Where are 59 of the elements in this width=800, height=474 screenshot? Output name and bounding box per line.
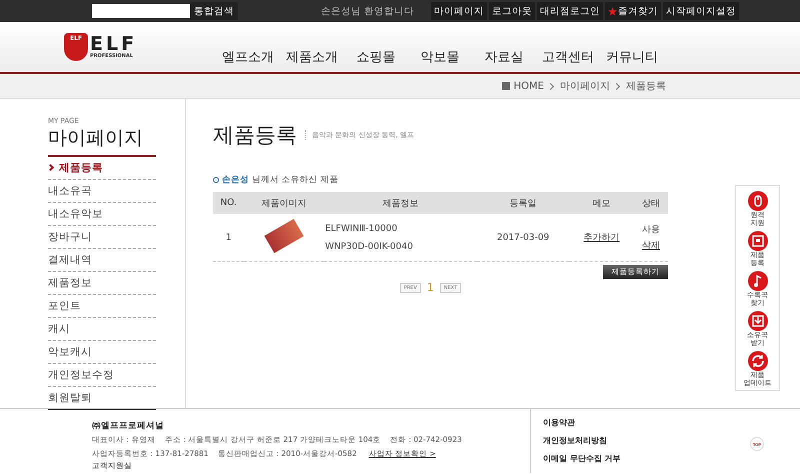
sidebar-item[interactable]: 내소유악보 — [48, 203, 156, 226]
sidebar-item[interactable]: 회원탈퇴 — [48, 387, 156, 410]
sidebar-item[interactable]: 결제내역 — [48, 249, 156, 272]
owner-name: 손은성 — [222, 174, 249, 186]
column-header: 제품정보 — [324, 192, 477, 214]
top-link[interactable]: 마이페이지 — [431, 2, 487, 20]
top-link[interactable]: 대리점로그인 — [537, 2, 603, 20]
footer-link[interactable]: 개인정보처리방침 — [543, 435, 621, 446]
sidebar-item[interactable]: 악보캐시 — [48, 341, 156, 364]
sidebar-item[interactable]: 장바구니 — [48, 226, 156, 249]
footer-link[interactable]: 이메일 무단수집 거부 — [543, 453, 621, 464]
top-link[interactable]: 로그아웃 — [489, 2, 535, 20]
table-cell: 1 — [213, 214, 244, 262]
nav-item[interactable]: 악보몰 — [408, 48, 472, 66]
sidebar-item[interactable]: 내소유곡 — [48, 180, 156, 203]
table-cell: 2017-03-09 — [476, 214, 570, 262]
download-icon — [748, 311, 768, 331]
breadcrumb-link[interactable]: HOME — [514, 80, 544, 92]
top-link[interactable]: 시작페이지설정 — [663, 2, 739, 20]
column-header: 등록일 — [476, 192, 570, 214]
top-link[interactable]: 즐겨찾기 — [605, 2, 661, 20]
nav-item[interactable]: 커뮤니티 — [600, 48, 664, 66]
sidebar-item[interactable]: 제품등록 — [48, 157, 156, 180]
nav-item[interactable]: 자료실 — [472, 48, 536, 66]
company-name: ㈜엘프프로페셔널 — [92, 420, 165, 433]
bullet-icon — [213, 177, 219, 183]
nav-item[interactable]: 고객센터 — [536, 48, 600, 66]
music-note-icon — [748, 271, 768, 291]
nav-item[interactable]: 쇼핑몰 — [344, 48, 408, 66]
nav-item[interactable]: 제품소개 — [280, 48, 344, 66]
table-cell: ELFWINⅢ-10000 WNP30D-00IK-0040 — [324, 214, 477, 262]
sidebar-item[interactable]: 포인트 — [48, 295, 156, 318]
sidebar-item[interactable]: 제품정보 — [48, 272, 156, 295]
page-title: 제품등록 — [213, 122, 297, 149]
chevron-icon — [46, 164, 54, 172]
mouse-icon — [748, 191, 768, 211]
owner-caption: 님께서 소유하신 제품 — [252, 174, 338, 186]
delete-link[interactable]: 삭제 — [642, 238, 660, 254]
memo-link[interactable]: 추가하기 — [584, 231, 620, 244]
column-header: 제품이미지 — [244, 192, 324, 214]
welcome-text: 손은성님 환영합니다 — [321, 4, 416, 18]
sidebar-item[interactable]: 개인정보수정 — [48, 364, 156, 387]
logo-text[interactable]: ELF — [90, 35, 138, 53]
nav-item[interactable]: 엘프소개 — [216, 48, 280, 66]
status-text: 사용 — [640, 224, 661, 236]
refresh-icon — [748, 351, 768, 371]
search-button[interactable]: 통합검색 — [190, 2, 238, 20]
breadcrumb-link[interactable]: 제품등록 — [626, 79, 666, 93]
sidebar-item[interactable]: 캐시 — [48, 318, 156, 341]
sidebar-title: 마이페이지 — [48, 125, 156, 157]
screen-icon — [748, 231, 768, 251]
home-icon — [502, 82, 510, 90]
breadcrumb-link[interactable]: 마이페이지 — [560, 79, 610, 93]
column-header: 메모 — [569, 192, 634, 214]
column-header: NO. — [213, 192, 244, 214]
column-header: 상태 — [634, 192, 668, 214]
star-icon — [608, 6, 617, 16]
search-field[interactable] — [92, 4, 190, 18]
footer-link[interactable]: 이용약관 — [543, 417, 621, 428]
